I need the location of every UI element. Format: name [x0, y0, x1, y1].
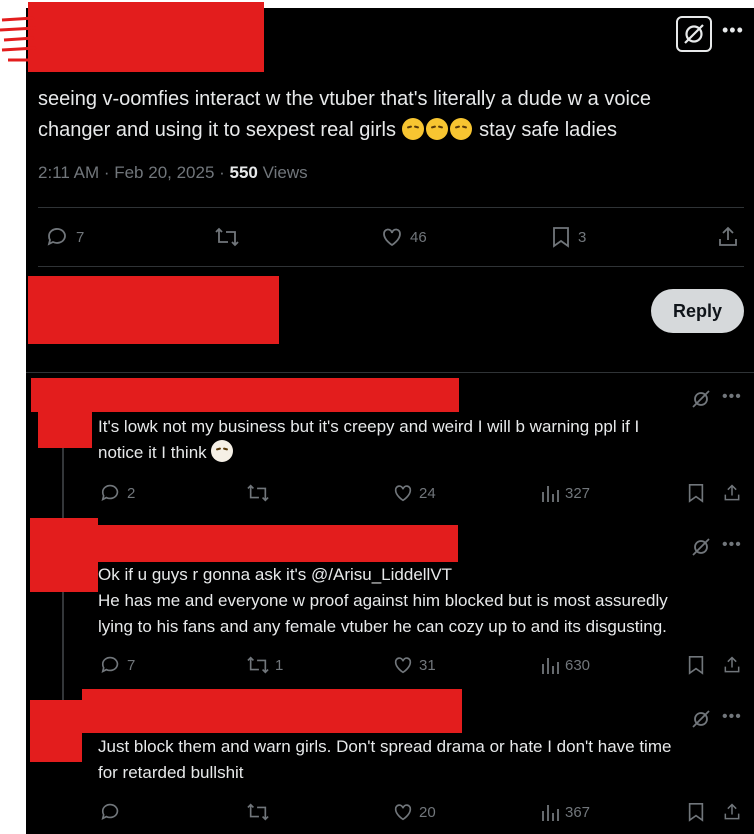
- like-action[interactable]: 46: [380, 225, 427, 249]
- reply-action[interactable]: 7: [46, 225, 84, 249]
- views-action[interactable]: 630: [540, 654, 590, 676]
- disappointed-emoji-icon: [449, 118, 472, 140]
- redacted-reply-author: [98, 525, 458, 562]
- post-text-line1: seeing v-oomfies interact w the vtuber t…: [38, 88, 652, 110]
- reply-icon: [101, 656, 119, 673]
- grok-icon-button[interactable]: [676, 16, 712, 52]
- reply-icon: [47, 228, 66, 246]
- timestamp[interactable]: 2:11 AM · Feb 20, 2025 ·: [38, 163, 230, 182]
- reply-3-text: Just block them and warn girls. Don't sp…: [98, 737, 672, 782]
- redacted-avatar: [30, 518, 98, 592]
- grok-icon[interactable]: [690, 536, 712, 558]
- share-icon: [724, 803, 740, 820]
- bookmark-action[interactable]: [686, 654, 706, 676]
- disappointed-emoji-icon: [401, 118, 424, 140]
- share-icon: [724, 484, 740, 501]
- reply-2-text: Ok if u guys r gonna ask it's @/Arisu_Li…: [98, 565, 668, 636]
- post-text-line2: changer and using it to sexpest real gir…: [38, 118, 617, 141]
- share-icon: [719, 226, 737, 246]
- post-meta: 2:11 AM · Feb 20, 2025 · 550 Views: [38, 163, 308, 183]
- grok-icon: [684, 24, 704, 44]
- divider: [38, 266, 744, 267]
- repost-action[interactable]: 1: [246, 654, 283, 676]
- views-action[interactable]: 367: [540, 801, 590, 823]
- repost-action[interactable]: [246, 482, 275, 504]
- repost-icon: [247, 656, 269, 674]
- like-icon: [383, 228, 401, 247]
- reply-icon: [101, 803, 119, 820]
- reply-1-text: It's lowk not my business but it's creep…: [98, 417, 640, 462]
- reply-button[interactable]: Reply: [651, 289, 744, 333]
- grok-icon[interactable]: [690, 388, 712, 410]
- views-icon: [542, 486, 559, 502]
- divider: [38, 207, 744, 208]
- redacted-avatar: [38, 412, 92, 448]
- more-icon[interactable]: •••: [722, 388, 742, 406]
- disappointed-emoji-icon: [425, 118, 448, 140]
- more-icon[interactable]: •••: [722, 536, 742, 554]
- reply-icon: [101, 484, 119, 501]
- more-icon[interactable]: •••: [722, 708, 742, 726]
- emoji-icon: [211, 440, 234, 462]
- like-action[interactable]: 20: [392, 801, 436, 823]
- redacted-avatar: [30, 700, 82, 762]
- views-action[interactable]: 327: [540, 482, 590, 504]
- reply-action[interactable]: [100, 801, 127, 823]
- views-count: 550: [229, 163, 258, 182]
- views-icon: [542, 805, 559, 821]
- divider: [26, 372, 754, 373]
- bookmark-icon: [553, 227, 569, 248]
- bookmark-icon: [688, 656, 704, 675]
- redaction-scribble: [0, 16, 37, 62]
- reply-action[interactable]: 2: [100, 482, 135, 504]
- redacted-composer-avatar: [28, 276, 279, 344]
- like-action[interactable]: 31: [392, 654, 436, 676]
- like-action[interactable]: 24: [392, 482, 436, 504]
- bookmark-icon: [688, 484, 704, 503]
- redacted-author: [28, 2, 264, 72]
- share-icon: [724, 656, 740, 673]
- views-icon: [542, 658, 559, 674]
- like-icon: [394, 657, 412, 674]
- post-text: seeing v-oomfies interact w the vtuber t…: [38, 84, 738, 146]
- views-label: Views: [257, 163, 308, 182]
- reply-action[interactable]: 7: [100, 654, 135, 676]
- bookmark-action[interactable]: [686, 801, 706, 823]
- share-action[interactable]: [722, 801, 742, 823]
- repost-action[interactable]: [214, 225, 246, 249]
- share-action[interactable]: [722, 482, 742, 504]
- redacted-reply-author: [31, 378, 459, 412]
- bookmark-action[interactable]: 3: [550, 225, 586, 249]
- repost-icon: [247, 484, 269, 502]
- repost-icon: [215, 227, 239, 247]
- share-action[interactable]: [716, 225, 740, 249]
- redacted-reply-author: [82, 689, 462, 733]
- bookmark-action[interactable]: [686, 482, 706, 504]
- grok-icon[interactable]: [690, 708, 712, 730]
- repost-action[interactable]: [246, 801, 275, 823]
- repost-icon: [247, 803, 269, 821]
- like-icon: [394, 485, 412, 502]
- more-icon[interactable]: •••: [722, 20, 744, 41]
- app: ••• seeing v-oomfies interact w the vtub…: [0, 0, 754, 834]
- bookmark-icon: [688, 803, 704, 822]
- share-action[interactable]: [722, 654, 742, 676]
- like-icon: [394, 804, 412, 821]
